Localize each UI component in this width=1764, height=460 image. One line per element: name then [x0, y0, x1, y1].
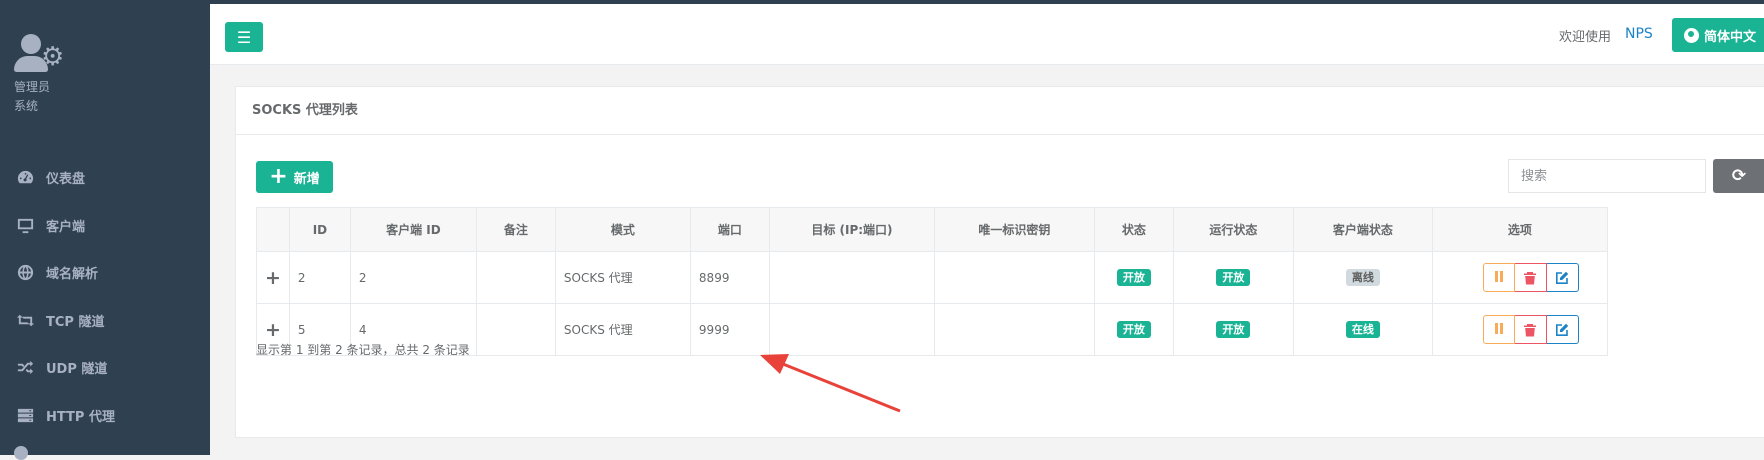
user-gear-icon: ⚙	[14, 34, 70, 78]
add-button[interactable]: + 新增	[256, 161, 333, 193]
desktop-icon	[14, 215, 36, 235]
header-port[interactable]: 端口	[689, 207, 770, 252]
cell-mode: SOCKS 代理	[554, 251, 691, 304]
sidebar-item-tcp[interactable]: TCP 隧道	[0, 297, 210, 345]
globe-icon	[14, 263, 36, 283]
cell-options	[1431, 303, 1608, 356]
random-icon	[14, 358, 36, 378]
header-options: 选项	[1431, 207, 1608, 252]
panel-title: SOCKS 代理列表	[236, 87, 1764, 135]
pause-button[interactable]	[1482, 315, 1515, 344]
pause-button[interactable]	[1482, 263, 1515, 292]
edit-button[interactable]	[1546, 263, 1579, 292]
header-remark[interactable]: 备注	[475, 207, 556, 252]
header-target[interactable]: 目标 (IP:端口)	[768, 207, 935, 252]
sidebar-next-item-icon[interactable]	[14, 446, 28, 460]
sidebar-item-label: TCP 隧道	[46, 314, 105, 330]
client-status-badge: 离线	[1345, 269, 1380, 286]
trash-icon	[1524, 271, 1537, 284]
header-status[interactable]: 状态	[1093, 207, 1174, 252]
edit-button[interactable]	[1546, 315, 1579, 344]
sidebar-item-udp[interactable]: UDP 隧道	[0, 344, 210, 392]
cell-port: 9999	[689, 303, 770, 356]
cell-status: 开放	[1093, 303, 1174, 356]
delete-button[interactable]	[1514, 315, 1547, 344]
header-expand	[256, 207, 290, 252]
profile-role: 管理员	[14, 80, 51, 94]
sidebar-item-http[interactable]: HTTP 代理	[0, 392, 210, 440]
cell-key	[933, 251, 1095, 304]
cell-port: 8899	[689, 251, 770, 304]
sidebar-item-label: 域名解析	[46, 267, 99, 283]
menu-toggle-button[interactable]: ☰	[225, 22, 263, 52]
cell-key	[933, 303, 1095, 356]
pagination-info: 显示第 1 到第 2 条记录，总共 2 条记录	[256, 343, 470, 357]
sidebar-item-label: UDP 隧道	[46, 362, 108, 378]
header-id[interactable]: ID	[288, 207, 351, 252]
cell-client-id: 2	[349, 251, 477, 304]
cell-client-status: 离线	[1292, 251, 1433, 304]
language-label: 简体中文	[1704, 29, 1757, 45]
refresh-button[interactable]: ⟳	[1713, 159, 1764, 193]
server-icon	[14, 405, 36, 425]
profile: ⚙ 管理员 系统	[14, 34, 194, 116]
refresh-icon: ⟳	[1731, 166, 1747, 186]
dashboard-icon	[14, 168, 36, 188]
status-badge: 开放	[1116, 269, 1151, 286]
cell-status: 开放	[1093, 251, 1174, 304]
cell-client-status: 在线	[1292, 303, 1433, 356]
header-client-id[interactable]: 客户端 ID	[349, 207, 477, 252]
cell-id: 2	[288, 251, 351, 304]
header-run-status[interactable]: 运行状态	[1172, 207, 1294, 252]
top-navbar: ☰ 欢迎使用 NPS 简体中文	[210, 4, 1764, 65]
welcome-text: 欢迎使用	[1559, 30, 1612, 45]
trash-icon	[1524, 323, 1537, 336]
nps-link[interactable]: NPS	[1625, 26, 1653, 42]
cell-remark	[475, 303, 556, 356]
sidebar-item-domain[interactable]: 域名解析	[0, 249, 210, 297]
edit-icon	[1556, 271, 1569, 284]
plus-icon: +	[269, 164, 288, 189]
socks-table: ID 客户端 ID 备注 模式 端口 目标 (IP:端口) 唯一标识密钥 状态 …	[256, 207, 1608, 356]
retweet-icon	[14, 310, 36, 330]
profile-system: 系统	[14, 99, 39, 113]
cell-mode: SOCKS 代理	[554, 303, 691, 356]
search-input[interactable]	[1508, 159, 1706, 193]
cell-run-status: 开放	[1172, 303, 1294, 356]
run-status-badge: 开放	[1216, 321, 1251, 338]
sidebar-item-dashboard[interactable]: 仪表盘	[0, 154, 210, 202]
header-client-status[interactable]: 客户端状态	[1292, 207, 1433, 252]
client-status-badge: 在线	[1345, 321, 1380, 338]
bars-icon: ☰	[236, 27, 252, 47]
cell-options	[1431, 251, 1608, 304]
pause-icon	[1494, 322, 1504, 337]
header-key[interactable]: 唯一标识密钥	[933, 207, 1095, 252]
table-header-row: ID 客户端 ID 备注 模式 端口 目标 (IP:端口) 唯一标识密钥 状态 …	[256, 207, 1608, 252]
cell-remark	[475, 251, 556, 304]
delete-button[interactable]	[1514, 263, 1547, 292]
run-status-badge: 开放	[1216, 269, 1251, 286]
sidebar-item-clients[interactable]: 客户端	[0, 202, 210, 250]
header-mode[interactable]: 模式	[554, 207, 691, 252]
language-dropdown-button[interactable]: 简体中文	[1672, 18, 1764, 52]
sidebar-menu: 仪表盘 客户端 域名解析 TCP 隧道 UDP 隧道 HTTP 代理	[0, 154, 210, 439]
cell-target	[768, 303, 935, 356]
cell-target	[768, 251, 935, 304]
pause-icon	[1494, 270, 1504, 285]
cell-run-status: 开放	[1172, 251, 1294, 304]
table-row: + 2 2 SOCKS 代理 8899 开放 开放 离线	[256, 251, 1608, 304]
add-label: 新增	[293, 171, 320, 187]
socks-panel: SOCKS 代理列表 + 新增 ⟳ ID 客户端 ID 备注 模式 端口 目标 …	[235, 86, 1764, 438]
sidebar-item-label: 客户端	[46, 219, 86, 235]
status-badge: 开放	[1116, 321, 1151, 338]
sidebar-item-label: HTTP 代理	[46, 409, 115, 425]
sidebar: ⚙ 管理员 系统 仪表盘 客户端 域名解析 TCP 隧道 UDP 隧道 HTTP…	[0, 0, 210, 460]
sidebar-item-label: 仪表盘	[46, 172, 86, 188]
globe-icon	[1684, 27, 1699, 43]
expand-row-icon[interactable]: +	[256, 251, 290, 304]
edit-icon	[1556, 323, 1569, 336]
